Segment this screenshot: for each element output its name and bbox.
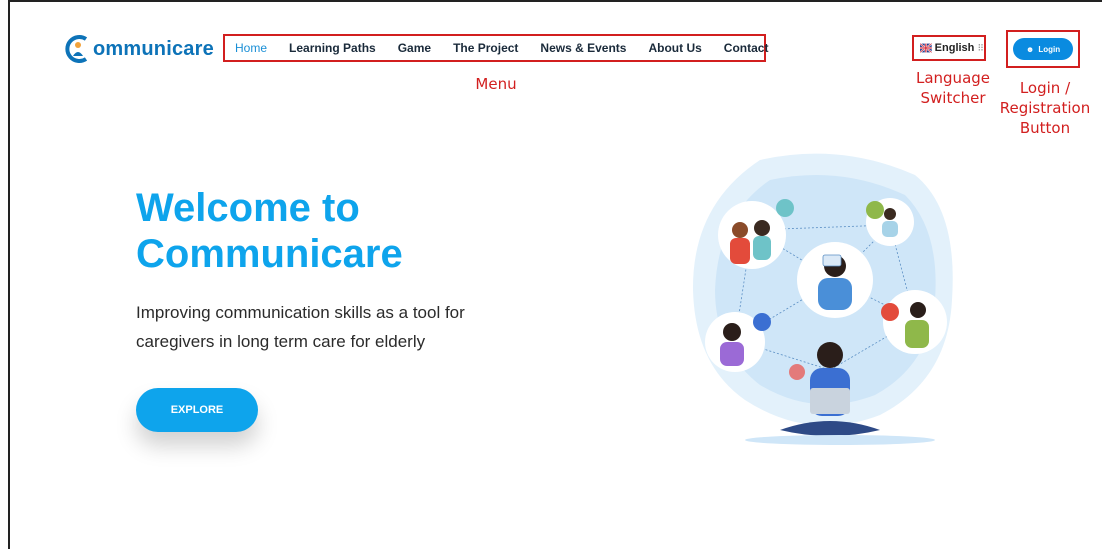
annotation-language-line2: Switcher <box>920 89 986 107</box>
hero-title-line2: Communicare <box>136 232 403 276</box>
annotation-login-line3: Button <box>1019 119 1071 137</box>
main-menu: Home Learning Paths Game The Project New… <box>223 34 769 62</box>
hero-subtitle-line1: Improving communication skills as a tool… <box>136 303 465 322</box>
menu-item-contact[interactable]: Contact <box>724 41 769 55</box>
annotation-menu: Menu <box>475 75 517 93</box>
hero-subtitle: Improving communication skills as a tool… <box>136 298 526 356</box>
network-people-illustration <box>692 153 953 445</box>
uk-flag-icon <box>920 42 932 54</box>
menu-item-game[interactable]: Game <box>398 41 431 55</box>
menu-item-learning-paths[interactable]: Learning Paths <box>289 41 376 55</box>
menu-item-home[interactable]: Home <box>235 41 267 55</box>
login-highlight: ☻ Login <box>1006 30 1080 68</box>
login-label: Login <box>1038 44 1061 54</box>
menu-item-the-project[interactable]: The Project <box>453 41 518 55</box>
language-label: English <box>934 42 975 54</box>
annotation-login: Login / Registration Button <box>992 78 1098 138</box>
annotation-language-switcher: Language Switcher <box>908 68 998 108</box>
menu-item-news-events[interactable]: News & Events <box>540 41 626 55</box>
login-button[interactable]: ☻ Login <box>1013 38 1073 60</box>
user-icon: ☻ <box>1025 44 1035 54</box>
hero-title: Welcome to Communicare <box>136 185 496 277</box>
annotation-login-line2: Registration <box>999 99 1091 117</box>
brand-name: ommunicare <box>93 37 214 60</box>
hero-title-line1: Welcome to <box>136 186 360 230</box>
language-switcher[interactable]: English ⠿ <box>912 35 986 61</box>
communicare-logo-icon <box>65 35 88 63</box>
menu-item-about-us[interactable]: About Us <box>648 41 701 55</box>
site-logo[interactable]: ommunicare <box>64 34 214 64</box>
hero-subtitle-line2: caregivers in long term care for elderly <box>136 332 426 351</box>
grid-icon: ⠿ <box>977 42 984 53</box>
annotation-login-line1: Login / <box>1019 79 1071 97</box>
explore-button[interactable]: EXPLORE <box>136 388 258 432</box>
annotation-language-line1: Language <box>915 69 991 87</box>
